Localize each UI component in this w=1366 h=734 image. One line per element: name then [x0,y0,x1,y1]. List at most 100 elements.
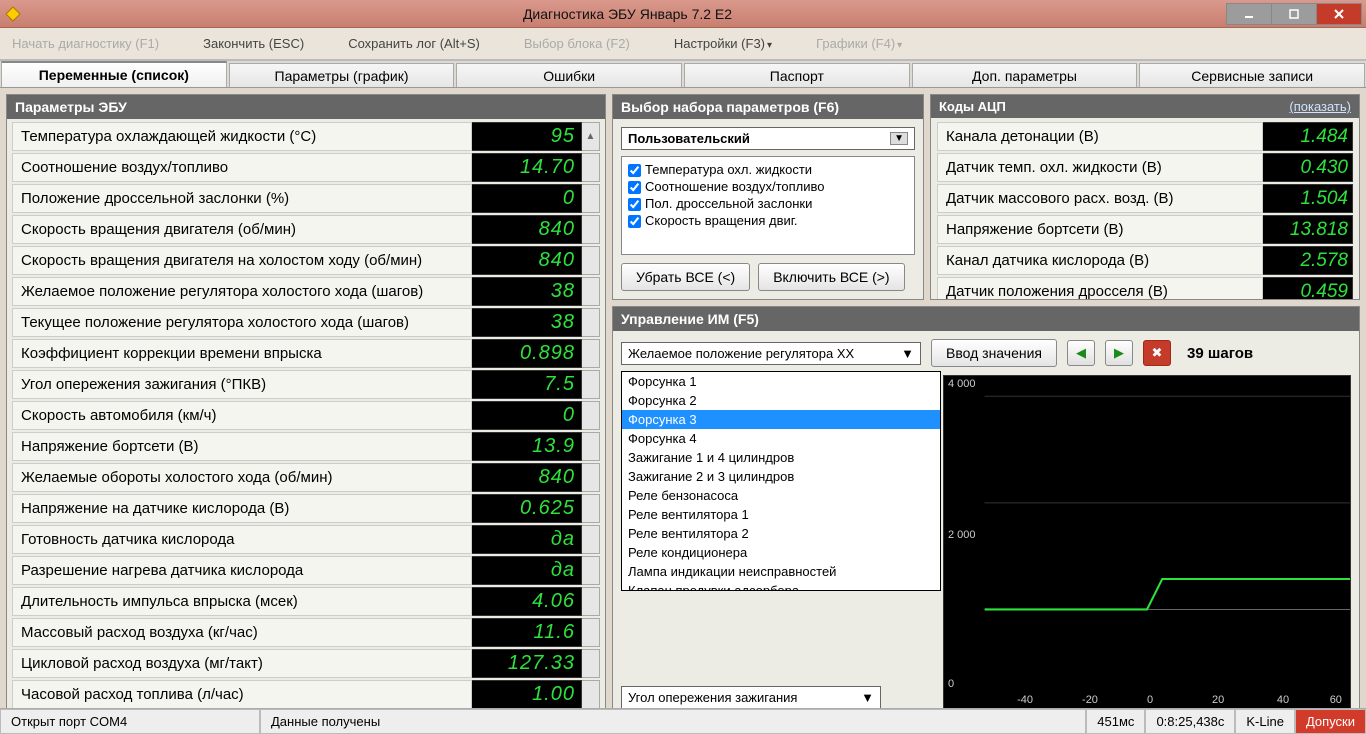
param-row[interactable]: Скорость автомобиля (км/ч)0 [12,401,600,430]
im-header: Управление ИМ (F5) [613,307,1359,331]
status-tolerances[interactable]: Допуски [1295,709,1366,734]
scroll-stub[interactable] [582,556,600,585]
paramset-combo[interactable]: Пользовательский ▼ [621,127,915,150]
scroll-stub[interactable] [582,339,600,368]
param-row[interactable]: Часовой расход топлива (л/час)1.00 [12,680,600,709]
param-checkbox[interactable]: Соотношение воздух/топливо [628,178,908,195]
scroll-stub[interactable]: ▲ [582,122,600,151]
adc-value: 0.430 [1263,153,1353,182]
adc-row[interactable]: Канала детонации (В)1.484 [937,122,1353,151]
menu-settings[interactable]: Настройки (F3) [674,36,772,51]
scroll-stub[interactable] [582,308,600,337]
minimize-button[interactable] [1226,3,1272,25]
scroll-stub[interactable] [582,432,600,461]
maximize-button[interactable] [1271,3,1317,25]
scroll-stub[interactable] [582,153,600,182]
prev-button[interactable]: ◀ [1067,340,1095,366]
param-row[interactable]: Длительность импульса впрыска (мсек)4.06 [12,587,600,616]
paramset-checklist[interactable]: Температура охл. жидкостиСоотношение воз… [621,156,915,255]
adc-row[interactable]: Датчик положения дросселя (В)0.459 [937,277,1353,299]
adc-row[interactable]: Датчик массового расх. возд. (В)1.504 [937,184,1353,213]
param-row[interactable]: Соотношение воздух/топливо14.70 [12,153,600,182]
param-row[interactable]: Желаемое положение регулятора холостого … [12,277,600,306]
close-button[interactable] [1316,3,1362,25]
chevron-down-icon: ▼ [901,346,914,361]
im-actuator-combo[interactable]: Желаемое положение регулятора XX ▼ [621,342,921,365]
chevron-down-icon: ▼ [861,690,874,705]
param-checkbox[interactable]: Скорость вращения двиг. [628,212,908,229]
param-row[interactable]: Разрешение нагрева датчика кислородада [12,556,600,585]
dropdown-item[interactable]: Клапан продувки адсорбера [622,581,940,591]
stop-button[interactable]: ✖ [1143,340,1171,366]
scroll-stub[interactable] [582,184,600,213]
tab-variables[interactable]: Переменные (список) [1,61,227,87]
adc-row[interactable]: Датчик темп. охл. жидкости (В)0.430 [937,153,1353,182]
adc-show-link[interactable]: (показать) [1289,99,1351,114]
param-row[interactable]: Текущее положение регулятора холостого х… [12,308,600,337]
tab-passport[interactable]: Паспорт [684,63,910,87]
im-param-combo[interactable]: Угол опережения зажигания ▼ [621,686,881,709]
dropdown-item[interactable]: Лампа индикации неисправностей [622,562,940,581]
remove-all-button[interactable]: Убрать ВСЕ (<) [621,263,750,291]
scroll-stub[interactable] [582,246,600,275]
dropdown-item[interactable]: Зажигание 1 и 4 цилиндров [622,448,940,467]
param-row[interactable]: Готовность датчика кислородада [12,525,600,554]
scroll-stub[interactable] [582,215,600,244]
scroll-stub[interactable] [582,370,600,399]
adc-row[interactable]: Напряжение бортсети (В)13.818 [937,215,1353,244]
param-checkbox[interactable]: Пол. дроссельной заслонки [628,195,908,212]
param-row[interactable]: Напряжение бортсети (В)13.9 [12,432,600,461]
enter-value-button[interactable]: Ввод значения [931,339,1057,367]
dropdown-item[interactable]: Форсунка 1 [622,372,940,391]
param-label: Скорость вращения двигателя (об/мин) [12,215,472,244]
dropdown-item[interactable]: Зажигание 2 и 3 цилиндров [622,467,940,486]
param-row[interactable]: Желаемые обороты холостого хода (об/мин)… [12,463,600,492]
param-row[interactable]: Угол опережения зажигания (°ПКВ)7.5 [12,370,600,399]
dropdown-item[interactable]: Реле вентилятора 1 [622,505,940,524]
add-all-button[interactable]: Включить ВСЕ (>) [758,263,904,291]
param-checkbox[interactable]: Температура охл. жидкости [628,161,908,178]
scroll-stub[interactable] [582,587,600,616]
scroll-stub[interactable] [582,401,600,430]
dropdown-item[interactable]: Реле кондиционера [622,543,940,562]
param-row[interactable]: Коэффициент коррекции времени впрыска0.8… [12,339,600,368]
dropdown-item[interactable]: Форсунка 2 [622,391,940,410]
param-row[interactable]: Положение дроссельной заслонки (%)0 [12,184,600,213]
adc-value: 1.504 [1263,184,1353,213]
param-value: 0.898 [472,339,582,368]
param-value: 4.06 [472,587,582,616]
tab-service[interactable]: Сервисные записи [1139,63,1365,87]
dropdown-item[interactable]: Форсунка 3 [622,410,940,429]
scroll-stub[interactable] [582,525,600,554]
param-row[interactable]: Массовый расход воздуха (кг/час)11.6 [12,618,600,647]
menu-charts[interactable]: Графики (F4) [816,36,902,51]
scroll-stub[interactable] [582,618,600,647]
param-row[interactable]: Цикловой расход воздуха (мг/такт)127.33 [12,649,600,678]
dropdown-item[interactable]: Реле вентилятора 2 [622,524,940,543]
menu-savelog[interactable]: Сохранить лог (Alt+S) [348,36,480,51]
param-row[interactable]: Скорость вращения двигателя (об/мин)840 [12,215,600,244]
scroll-stub[interactable] [582,277,600,306]
adc-row[interactable]: Канал датчика кислорода (В)2.578 [937,246,1353,275]
tab-params-chart[interactable]: Параметры (график) [229,63,455,87]
im-control-panel: Управление ИМ (F5) Желаемое положение ре… [612,306,1360,718]
menu-start[interactable]: Начать диагностику (F1) [12,36,159,51]
scroll-stub[interactable] [582,463,600,492]
menu-finish[interactable]: Закончить (ESC) [203,36,304,51]
dropdown-item[interactable]: Форсунка 4 [622,429,940,448]
menu-selblock[interactable]: Выбор блока (F2) [524,36,630,51]
scroll-stub[interactable] [582,649,600,678]
app-icon [4,5,22,23]
param-row[interactable]: Скорость вращения двигателя на холостом … [12,246,600,275]
param-label: Соотношение воздух/топливо [12,153,472,182]
scroll-stub[interactable] [582,680,600,709]
param-row[interactable]: Напряжение на датчике кислорода (В)0.625 [12,494,600,523]
next-button[interactable]: ▶ [1105,340,1133,366]
tab-errors[interactable]: Ошибки [456,63,682,87]
param-row[interactable]: Температура охлаждающей жидкости (°C)95▲ [12,122,600,151]
param-value: 0.625 [472,494,582,523]
actuator-dropdown[interactable]: Форсунка 1Форсунка 2Форсунка 3Форсунка 4… [621,371,941,591]
dropdown-item[interactable]: Реле бензонасоса [622,486,940,505]
scroll-stub[interactable] [582,494,600,523]
tab-extra[interactable]: Доп. параметры [912,63,1138,87]
